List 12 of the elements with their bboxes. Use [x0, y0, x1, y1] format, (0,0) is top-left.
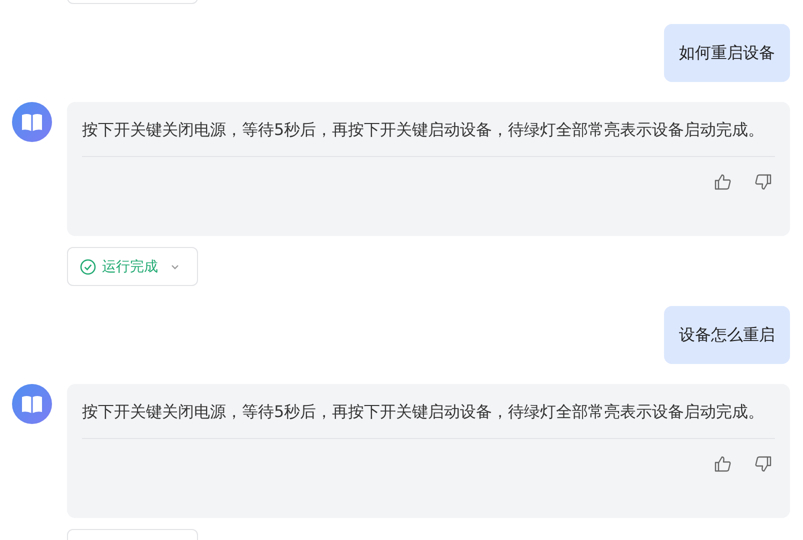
status-button[interactable]: 运行完成: [67, 247, 198, 286]
user-message: 设备怎么重启: [664, 306, 790, 364]
assistant-message: 按下开关键关闭电源，等待5秒后，再按下开关键启动设备，待绿灯全部常亮表示设备启动完成。: [82, 401, 766, 423]
thumbs-down-icon[interactable]: [754, 173, 772, 191]
thumbs-down-icon[interactable]: [754, 455, 772, 473]
assistant-message: 按下开关键关闭电源，等待5秒后，再按下开关键启动设备，待绿灯全部常亮表示设备启动完成。: [82, 119, 766, 141]
avatar-book-icon: [12, 384, 52, 424]
thumbs-up-icon[interactable]: [714, 173, 732, 191]
avatar-book-icon: [12, 102, 52, 142]
user-message: 如何重启设备: [664, 24, 790, 82]
thumbs-up-icon[interactable]: [714, 455, 732, 473]
check-circle-icon: [80, 258, 96, 274]
